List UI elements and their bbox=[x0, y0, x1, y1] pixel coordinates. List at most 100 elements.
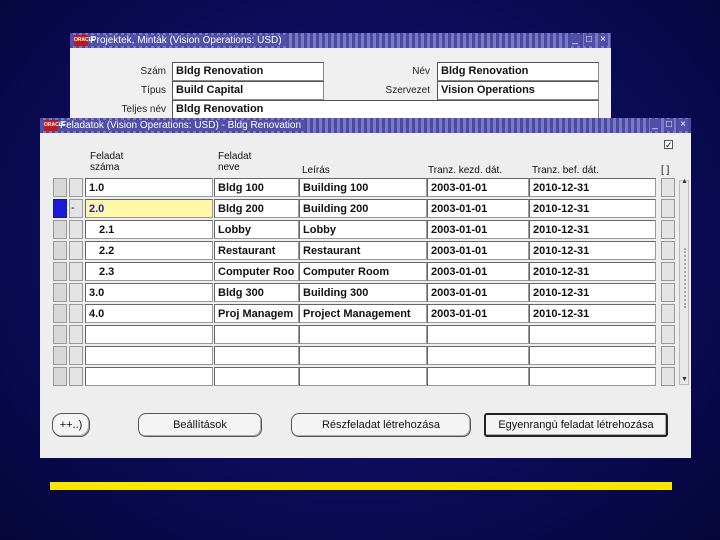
task-end-date-cell[interactable]: 2010-12-31 bbox=[529, 262, 656, 281]
row-flag-checkbox[interactable] bbox=[661, 178, 675, 197]
row-flag-checkbox[interactable] bbox=[661, 283, 675, 302]
task-number-cell[interactable] bbox=[85, 367, 213, 386]
szervezet-field[interactable]: Vision Operations bbox=[437, 81, 599, 100]
task-number-cell[interactable]: 2.0 bbox=[85, 199, 213, 218]
select-all-checkbox[interactable]: ✓ bbox=[664, 140, 673, 150]
task-end-date-cell[interactable]: 2010-12-31 bbox=[529, 283, 656, 302]
task-name-cell[interactable]: Bldg 200 bbox=[214, 199, 299, 218]
szam-field[interactable]: Bldg Renovation bbox=[172, 62, 324, 81]
task-name-cell[interactable] bbox=[214, 325, 299, 344]
task-start-date-cell[interactable] bbox=[427, 346, 529, 365]
row-expand-toggle[interactable] bbox=[69, 304, 83, 323]
row-selector[interactable] bbox=[53, 304, 67, 323]
close-icon[interactable]: × bbox=[678, 119, 688, 131]
task-start-date-cell[interactable] bbox=[427, 367, 529, 386]
task-description-cell[interactable]: Building 300 bbox=[299, 283, 427, 302]
task-description-cell[interactable]: Building 100 bbox=[299, 178, 427, 197]
task-description-cell[interactable]: Lobby bbox=[299, 220, 427, 239]
row-selector[interactable] bbox=[53, 199, 67, 218]
row-expand-toggle[interactable] bbox=[69, 346, 83, 365]
row-expand-toggle[interactable] bbox=[69, 178, 83, 197]
tipus-field[interactable]: Build Capital bbox=[172, 81, 324, 100]
settings-button[interactable]: Beállítások bbox=[138, 413, 262, 437]
task-number-cell[interactable]: 2.2 bbox=[85, 241, 213, 260]
task-description-cell[interactable] bbox=[299, 325, 427, 344]
task-number-cell[interactable]: 2.3 bbox=[85, 262, 213, 281]
teljes-nev-field[interactable]: Bldg Renovation bbox=[172, 100, 599, 119]
task-description-cell[interactable]: Building 200 bbox=[299, 199, 427, 218]
row-flag-checkbox[interactable] bbox=[661, 241, 675, 260]
create-subtask-button[interactable]: Részfeladat létrehozása bbox=[291, 413, 471, 437]
task-number-cell[interactable]: 1.0 bbox=[85, 178, 213, 197]
row-flag-checkbox[interactable] bbox=[661, 199, 675, 218]
row-expand-toggle[interactable] bbox=[69, 220, 83, 239]
expand-button[interactable]: ++..) bbox=[52, 413, 90, 437]
task-description-cell[interactable]: Project Management bbox=[299, 304, 427, 323]
maximize-icon[interactable]: □ bbox=[664, 119, 674, 131]
row-selector[interactable] bbox=[53, 367, 67, 386]
task-number-cell[interactable]: 4.0 bbox=[85, 304, 213, 323]
task-number-cell[interactable] bbox=[85, 325, 213, 344]
task-start-date-cell[interactable]: 2003-01-01 bbox=[427, 241, 529, 260]
task-end-date-cell[interactable] bbox=[529, 325, 656, 344]
task-number-cell[interactable] bbox=[85, 346, 213, 365]
row-selector[interactable] bbox=[53, 178, 67, 197]
task-description-cell[interactable] bbox=[299, 367, 427, 386]
header-end-date: Tranz. bef. dát. bbox=[532, 165, 599, 176]
task-start-date-cell[interactable]: 2003-01-01 bbox=[427, 283, 529, 302]
row-flag-checkbox[interactable] bbox=[661, 220, 675, 239]
task-number-cell[interactable]: 2.1 bbox=[85, 220, 213, 239]
task-start-date-cell[interactable]: 2003-01-01 bbox=[427, 304, 529, 323]
task-description-cell[interactable]: Restaurant bbox=[299, 241, 427, 260]
close-icon[interactable]: × bbox=[598, 34, 608, 46]
row-selector[interactable] bbox=[53, 283, 67, 302]
row-expand-toggle[interactable] bbox=[69, 241, 83, 260]
task-end-date-cell[interactable]: 2010-12-31 bbox=[529, 241, 656, 260]
task-end-date-cell[interactable] bbox=[529, 346, 656, 365]
task-end-date-cell[interactable]: 2010-12-31 bbox=[529, 220, 656, 239]
row-flag-checkbox[interactable] bbox=[661, 325, 675, 344]
task-start-date-cell[interactable]: 2003-01-01 bbox=[427, 178, 529, 197]
task-start-date-cell[interactable]: 2003-01-01 bbox=[427, 199, 529, 218]
task-start-date-cell[interactable]: 2003-01-01 bbox=[427, 262, 529, 281]
task-end-date-cell[interactable]: 2010-12-31 bbox=[529, 199, 656, 218]
row-expand-toggle[interactable] bbox=[69, 262, 83, 281]
task-name-cell[interactable]: Bldg 100 bbox=[214, 178, 299, 197]
row-expand-toggle[interactable] bbox=[69, 325, 83, 344]
nev-field[interactable]: Bldg Renovation bbox=[437, 62, 599, 81]
row-flag-checkbox[interactable] bbox=[661, 367, 675, 386]
task-start-date-cell[interactable] bbox=[427, 325, 529, 344]
row-flag-checkbox[interactable] bbox=[661, 346, 675, 365]
task-name-cell[interactable]: Computer Roo bbox=[214, 262, 299, 281]
task-name-cell[interactable]: Bldg 300 bbox=[214, 283, 299, 302]
row-selector[interactable] bbox=[53, 241, 67, 260]
row-selector[interactable] bbox=[53, 220, 67, 239]
task-end-date-cell[interactable]: 2010-12-31 bbox=[529, 178, 656, 197]
task-number-cell[interactable]: 3.0 bbox=[85, 283, 213, 302]
task-name-cell[interactable]: Lobby bbox=[214, 220, 299, 239]
tasks-window-titlebar[interactable]: ORACLEFeladatok (Vision Operations: USD)… bbox=[40, 118, 691, 133]
task-description-cell[interactable] bbox=[299, 346, 427, 365]
row-selector[interactable] bbox=[53, 346, 67, 365]
task-end-date-cell[interactable]: 2010-12-31 bbox=[529, 304, 656, 323]
scroll-down-icon[interactable]: ▼ bbox=[681, 376, 688, 383]
task-name-cell[interactable]: Restaurant bbox=[214, 241, 299, 260]
row-expand-toggle[interactable] bbox=[69, 367, 83, 386]
projects-window-titlebar[interactable]: ORACLEProjektek, Minták (Vision Operatio… bbox=[70, 33, 611, 48]
maximize-icon[interactable]: □ bbox=[584, 34, 594, 46]
task-name-cell[interactable] bbox=[214, 346, 299, 365]
task-end-date-cell[interactable] bbox=[529, 367, 656, 386]
row-expand-toggle[interactable] bbox=[69, 283, 83, 302]
row-flag-checkbox[interactable] bbox=[661, 304, 675, 323]
minimize-icon[interactable]: _ bbox=[570, 34, 580, 46]
task-start-date-cell[interactable]: 2003-01-01 bbox=[427, 220, 529, 239]
minimize-icon[interactable]: _ bbox=[650, 119, 660, 131]
task-name-cell[interactable]: Proj Managem bbox=[214, 304, 299, 323]
task-description-cell[interactable]: Computer Room bbox=[299, 262, 427, 281]
row-selector[interactable] bbox=[53, 325, 67, 344]
task-name-cell[interactable] bbox=[214, 367, 299, 386]
scroll-up-icon[interactable]: ▲ bbox=[681, 178, 688, 185]
row-selector[interactable] bbox=[53, 262, 67, 281]
create-peer-task-button[interactable]: Egyenrangú feladat létrehozása bbox=[484, 413, 668, 437]
row-flag-checkbox[interactable] bbox=[661, 262, 675, 281]
